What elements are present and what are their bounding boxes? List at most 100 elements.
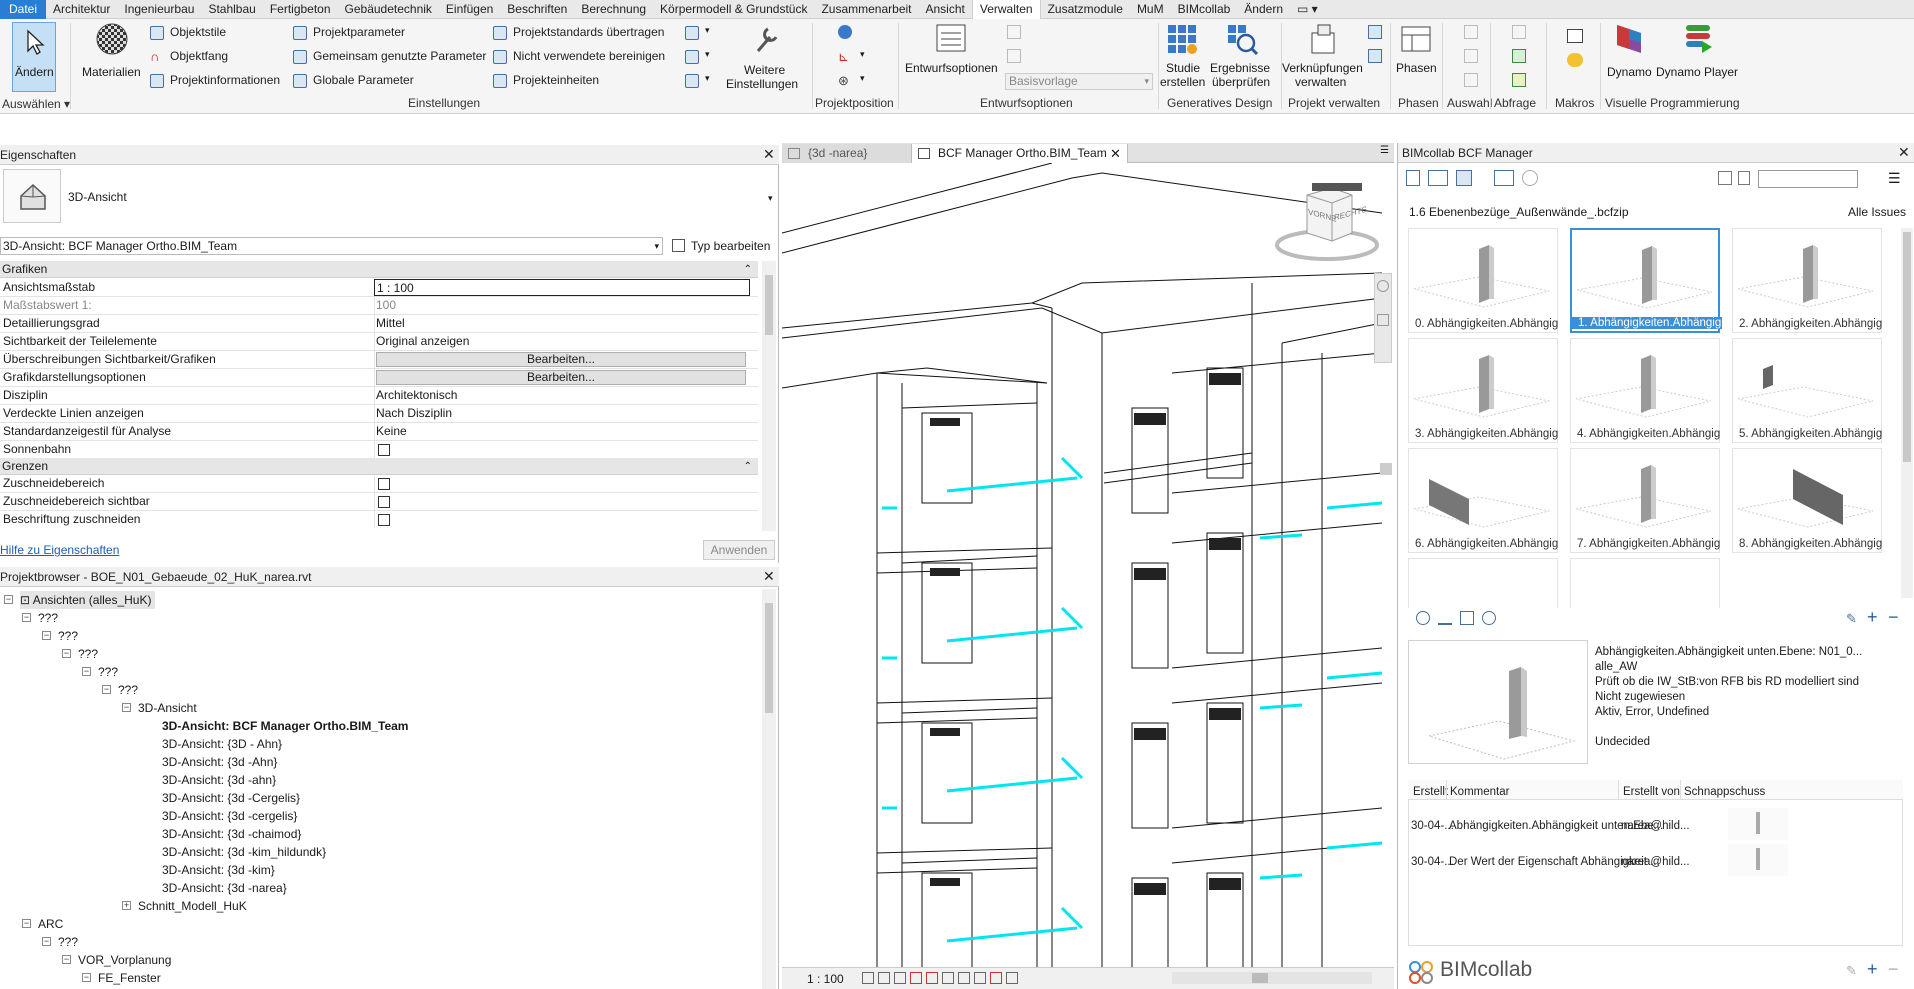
shadows-icon[interactable] (910, 972, 922, 984)
comment-snapshot[interactable] (1728, 844, 1788, 876)
issue-thumbnail[interactable]: 5. Abhängigkeiten.Abhängig... (1732, 338, 1883, 443)
connect-icon[interactable] (1494, 170, 1514, 186)
basisvorlage-select[interactable]: Basisvorlage ▾ (1005, 73, 1153, 90)
property-row[interactable]: Maßstabswert 1: 100 (0, 297, 758, 315)
tree-item[interactable]: 3D-Ansicht: BCF Manager Ortho.BIM_Team (162, 717, 408, 735)
tree-item[interactable]: ??? (58, 627, 78, 645)
macro-security-icon[interactable] (1567, 53, 1583, 67)
bcf-filter[interactable]: Alle Issues (1848, 205, 1906, 219)
menu-tab[interactable]: Verwalten (971, 0, 1041, 19)
crop-icon[interactable] (942, 972, 954, 984)
dynamo-button[interactable]: Dynamo (1605, 23, 1655, 93)
property-checkbox[interactable] (378, 496, 390, 508)
viewcube[interactable]: VORNE RECHTS (1272, 183, 1382, 263)
coordinates-dropdown[interactable]: ⊾ ▾ (838, 49, 868, 65)
property-row[interactable]: Disziplin Architektonisch (0, 387, 758, 405)
tree-item[interactable]: 3D-Ansicht: {3d -chaimod} (162, 825, 301, 843)
detail-level-icon[interactable] (862, 972, 874, 984)
remove-issue-icon[interactable]: − (1888, 607, 1899, 628)
property-row[interactable]: Zuschneidebereich sichtbar (0, 493, 758, 511)
issue-thumbnail[interactable]: 4. Abhängigkeiten.Abhängig... (1570, 338, 1721, 443)
zoom-icon[interactable] (1377, 314, 1389, 326)
property-row[interactable]: Grafikdarstellungsoptionen Bearbeiten... (0, 369, 758, 387)
tree-item[interactable]: Schnitt_Modell_HuK (138, 897, 247, 915)
add-to-set-icon[interactable] (1007, 25, 1021, 39)
issue-thumbnail[interactable]: 1. Abhängigkeiten.Abhängig... (1570, 228, 1722, 333)
menu-tab[interactable]: Zusatzmodule (1041, 0, 1130, 19)
comment-snapshot[interactable] (1728, 808, 1788, 840)
menu-tab[interactable]: Fertigbeton (263, 0, 338, 19)
menu-tab[interactable]: Gebäudetechnik (338, 0, 439, 19)
hide-isolate-icon[interactable] (990, 972, 1002, 984)
reveal-hidden-icon[interactable] (1006, 972, 1018, 984)
tree-item[interactable]: 3D-Ansicht: {3d -Ahn} (162, 753, 277, 771)
open-folder-icon[interactable] (1428, 170, 1448, 186)
anwenden-button[interactable]: Anwenden (703, 540, 775, 560)
tree-item[interactable]: ??? (38, 609, 58, 627)
property-value[interactable]: Keine (376, 423, 407, 440)
steering-wheel-icon[interactable] (1377, 280, 1389, 292)
issue-thumbnail[interactable]: 0. Abhängigkeiten.Abhängig... (1408, 228, 1559, 333)
edit-icon[interactable]: ✎ (1846, 611, 1857, 627)
load-selection-icon[interactable] (1464, 73, 1478, 87)
menu-tab[interactable]: Architektur (46, 0, 117, 19)
new-file-icon[interactable] (1406, 170, 1420, 186)
filter-icon[interactable] (1738, 171, 1750, 185)
property-row[interactable]: Ansichtsmaßstab 1 : 100 (0, 279, 758, 297)
col-erstellt-von[interactable]: Erstellt von (1623, 786, 1680, 798)
unlock-view-icon[interactable] (974, 972, 986, 984)
tabs-menu-icon[interactable]: ☰ (1380, 145, 1389, 156)
tree-toggle-icon[interactable]: − (22, 919, 31, 928)
materialien-button[interactable]: Materialien (80, 23, 144, 87)
render-icon[interactable] (926, 972, 938, 984)
issue-thumbnail[interactable]: 2. Abhängigkeiten.Abhängig... (1732, 228, 1883, 333)
property-value[interactable]: Nach Disziplin (376, 405, 452, 422)
menu-tab[interactable]: BIMcollab (1171, 0, 1238, 19)
menu-tab[interactable]: Berechnung (574, 0, 653, 19)
tree-item[interactable]: FE_Fenster (98, 969, 161, 987)
view-scrollbar-thumb[interactable] (1380, 463, 1392, 475)
position-dropdown[interactable]: ⊛ ▾ (838, 73, 868, 89)
property-row[interactable]: Beschriftung zuschneiden (0, 511, 758, 527)
tree-item[interactable]: 3D-Ansicht: {3d -cergelis} (162, 807, 297, 825)
comment-row[interactable]: 30-04-... Der Wert der Eigenschaft Abhän… (1408, 844, 1903, 878)
save-icon[interactable] (1456, 170, 1472, 186)
issue-thumbnail[interactable]: 8. Abhängigkeiten.Abhängig... (1732, 448, 1883, 553)
property-row[interactable]: Standardanzeigestil für Analyse Keine (0, 423, 758, 441)
typ-bearbeiten-button[interactable]: Typ bearbeiten (670, 237, 777, 255)
col-erstellt[interactable]: Erstellt (1413, 786, 1448, 798)
aendern-button[interactable]: Ändern (12, 22, 56, 92)
verknuepfungen-button[interactable]: Verknüpfungen verwalten (1282, 23, 1364, 93)
navigation-bar[interactable] (1374, 273, 1392, 363)
sonnenbahn-checkbox[interactable] (378, 444, 390, 456)
edit-comment-icon[interactable]: ✎ (1846, 963, 1857, 979)
chevron-down-icon[interactable]: ▾ (768, 193, 773, 204)
tree-item[interactable]: ??? (98, 663, 118, 681)
section-box-icon[interactable] (1460, 611, 1474, 625)
sun-path-icon[interactable] (894, 972, 906, 984)
tree-item[interactable]: 3D-Ansicht: {3d -narea} (162, 879, 287, 897)
property-row[interactable]: Zuschneidebereich (0, 475, 758, 493)
pick-to-edit-icon[interactable] (1007, 49, 1021, 63)
property-value[interactable]: Architektonisch (376, 387, 457, 404)
warnings-icon[interactable] (1512, 49, 1526, 63)
horizontal-scrollbar[interactable] (1172, 972, 1372, 984)
tree-toggle-icon[interactable]: − (62, 955, 71, 964)
property-row[interactable]: Sonnenbahn (0, 441, 758, 459)
instance-selector[interactable]: 3D-Ansicht: BCF Manager Ortho.BIM_Team ▾ (0, 237, 663, 255)
show-crop-icon[interactable] (958, 972, 970, 984)
add-comment-icon[interactable]: + (1867, 959, 1878, 980)
remove-comment-icon[interactable]: − (1888, 959, 1899, 980)
dynamo-player-button[interactable]: Dynamo Player (1656, 23, 1742, 93)
tree-item[interactable]: 3D-Ansicht: {3d -kim} (162, 861, 275, 879)
tab-bcf-manager-ortho[interactable]: BCF Manager Ortho.BIM_Team ✕ (912, 144, 1128, 163)
menu-tab[interactable]: Einfügen (439, 0, 500, 19)
help-link[interactable]: Hilfe zu Eigenschaften (0, 543, 119, 557)
tree-item[interactable]: 3D-Ansicht (138, 699, 197, 717)
mep-settings-dropdown[interactable]: ▾ (685, 73, 715, 89)
tree-toggle-icon[interactable]: − (42, 937, 51, 946)
review-icon[interactable] (1512, 73, 1526, 87)
bearbeiten-button[interactable]: Bearbeiten... (376, 370, 746, 385)
select-by-id-icon[interactable] (1464, 25, 1478, 39)
menu-tab[interactable]: MuM (1130, 0, 1171, 19)
